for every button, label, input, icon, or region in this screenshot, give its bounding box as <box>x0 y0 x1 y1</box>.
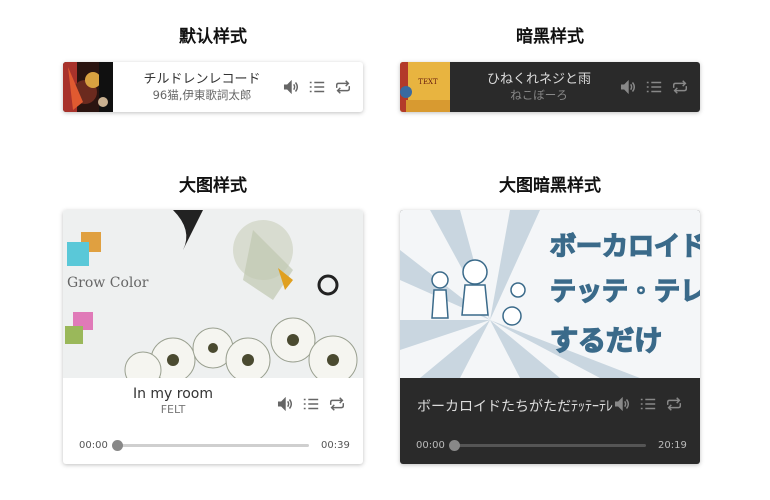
section-title-default: 默认样式 <box>179 27 247 47</box>
playlist-icon[interactable] <box>638 394 658 414</box>
album-cover[interactable] <box>63 62 113 112</box>
duration: 00:39 <box>321 439 350 451</box>
cover-title: Grow Color <box>67 275 149 291</box>
duration: 20:19 <box>658 439 687 451</box>
loop-icon[interactable] <box>333 77 353 97</box>
volume-icon[interactable] <box>618 77 638 97</box>
artist-name: 96猫,伊東歌詞太郎 <box>152 87 252 102</box>
song-title: ボーカロイドたちがただﾃｯﾃｰﾃﾚ <box>417 399 613 415</box>
album-cover[interactable]: TEXT <box>400 62 450 112</box>
current-time: 00:00 <box>416 439 445 451</box>
cover-text: TEXT <box>418 78 438 86</box>
current-time: 00:00 <box>79 439 108 451</box>
volume-icon[interactable] <box>281 77 301 97</box>
progress-bar[interactable] <box>449 439 646 451</box>
progress-bar[interactable] <box>112 439 309 451</box>
album-cover[interactable]: ボーカロイド テッテ・テレッ するだけ <box>400 210 700 378</box>
loop-icon[interactable] <box>664 394 684 414</box>
loop-icon[interactable] <box>327 394 347 414</box>
volume-icon[interactable] <box>275 394 295 414</box>
progress-row: 00:00 00:39 <box>79 438 350 452</box>
song-title: In my room <box>132 386 214 402</box>
album-cover[interactable]: Grow Color <box>63 210 363 378</box>
player-default[interactable]: チルドレンレコード 96猫,伊東歌詞太郎 <box>63 62 363 112</box>
loop-icon[interactable] <box>670 77 690 97</box>
artist-name: ねこぼーろ <box>510 87 568 102</box>
cover-line-1: ボーカロイド <box>550 232 700 262</box>
progress-knob[interactable] <box>112 439 123 451</box>
volume-icon[interactable] <box>612 394 632 414</box>
playlist-icon[interactable] <box>307 77 327 97</box>
progress-row: 00:00 20:19 <box>416 438 687 452</box>
playlist-icon[interactable] <box>301 394 321 414</box>
player-big-dark[interactable]: ボーカロイド テッテ・テレッ するだけ ボーカロイドたちがただﾃｯﾃｰﾃﾚ 00… <box>400 210 700 464</box>
section-title-dark: 暗黑样式 <box>516 27 584 47</box>
section-title-big-dark: 大图暗黑样式 <box>499 176 601 196</box>
song-title: チルドレンレコード <box>143 71 261 87</box>
cover-line-3: するだけ <box>550 324 662 357</box>
progress-knob[interactable] <box>449 439 460 451</box>
cover-line-2: テッテ・テレッ <box>550 277 700 307</box>
player-dark[interactable]: TEXT ひねくれネジと雨 ねこぼーろ <box>400 62 700 112</box>
section-title-big: 大图样式 <box>179 176 247 196</box>
artist-name: FELT <box>160 402 186 416</box>
playlist-icon[interactable] <box>644 77 664 97</box>
song-title: ひねくれネジと雨 <box>486 71 591 87</box>
player-big[interactable]: Grow Color In my room FELT 00:00 00:39 <box>63 210 363 464</box>
